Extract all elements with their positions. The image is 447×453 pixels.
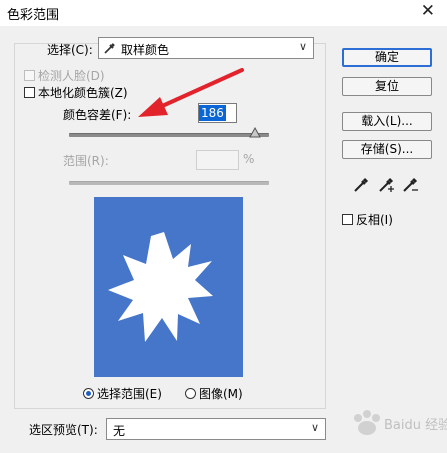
eyedropper-icon [104, 43, 115, 54]
chevron-down-icon: ∨ [310, 421, 319, 434]
chevron-down-icon: ∨ [298, 40, 307, 53]
selection-preview-value: 无 [113, 424, 126, 438]
select-label: 选择(C): [47, 43, 93, 57]
localized-clusters-label: 本地化颜色簇(Z) [38, 86, 128, 100]
fuzziness-slider-track[interactable] [69, 133, 269, 137]
detect-faces-checkbox[interactable] [24, 70, 35, 81]
fuzziness-label: 颜色容差(F): [63, 108, 132, 122]
eyedropper-plus-icon[interactable] [377, 176, 395, 194]
eyedropper-icon[interactable] [352, 176, 370, 194]
save-button[interactable]: 存储(S)... [342, 140, 432, 159]
title-bar: 色彩范围 ✕ [0, 0, 447, 26]
select-value: 取样颜色 [121, 43, 170, 57]
fuzziness-slider-thumb[interactable] [249, 127, 261, 138]
annotation-arrow [138, 68, 244, 117]
range-label: 范围(R): [63, 154, 109, 168]
radio-image[interactable] [185, 388, 196, 399]
range-input[interactable] [196, 150, 239, 170]
selection-preview-label: 选区预览(T): [29, 423, 98, 437]
detect-faces-label: 检测人脸(D) [38, 69, 105, 83]
selection-preview-image [94, 197, 243, 377]
range-slider-track[interactable] [69, 181, 269, 185]
radio-image-label: 图像(M) [199, 387, 243, 401]
close-icon[interactable]: ✕ [421, 1, 435, 21]
radio-selection-label: 选择范围(E) [97, 387, 162, 401]
radio-selection[interactable] [83, 388, 94, 399]
window-title: 色彩范围 [7, 8, 60, 23]
ok-button[interactable]: 确定 [342, 48, 432, 67]
invert-checkbox[interactable] [342, 214, 353, 225]
localized-clusters-checkbox[interactable] [24, 87, 35, 98]
baidu-watermark: Baidu 经验 [340, 400, 447, 450]
invert-label: 反相(I) [356, 213, 393, 227]
range-unit: % [243, 152, 255, 166]
starburst-shape [108, 232, 213, 342]
select-dropdown[interactable]: 取样颜色 ∨ [98, 37, 314, 59]
eyedropper-minus-icon[interactable] [401, 176, 419, 194]
reset-button[interactable]: 复位 [342, 77, 432, 96]
watermark-text: Baidu 经验 [384, 418, 447, 433]
load-button[interactable]: 载入(L)... [342, 112, 432, 131]
selection-preview-dropdown[interactable]: 无 ∨ [106, 418, 326, 440]
